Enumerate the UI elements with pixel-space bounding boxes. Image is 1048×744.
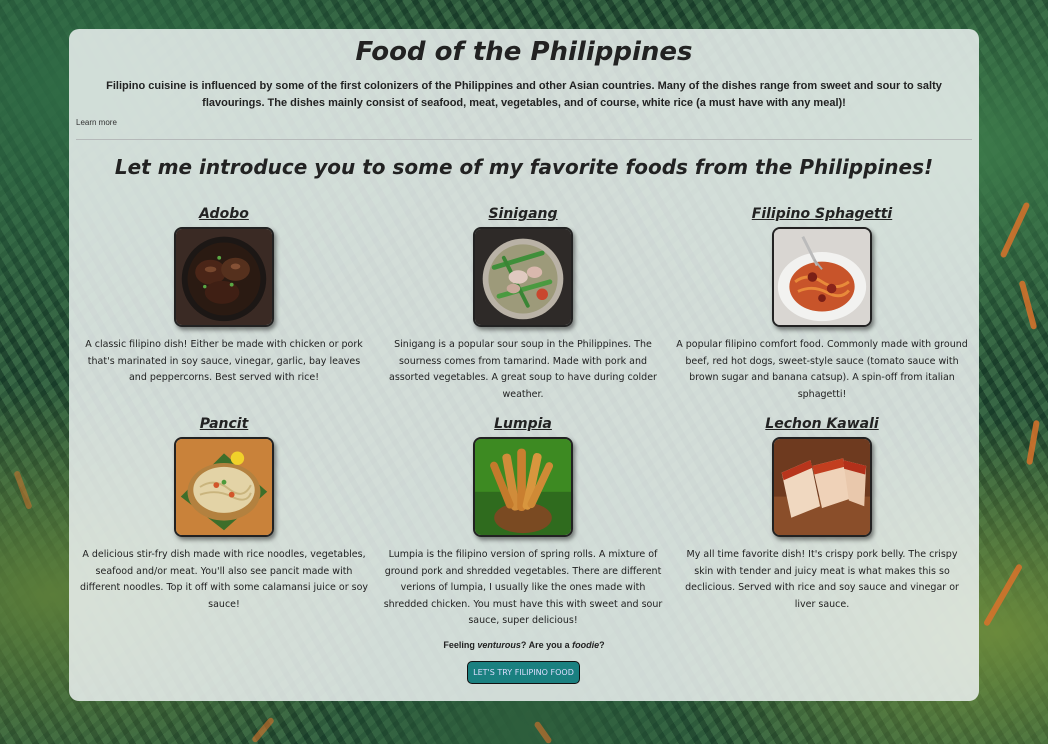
food-description: A popular filipino comfort food. Commonl… bbox=[676, 339, 968, 400]
lechon-kawali-image bbox=[772, 437, 872, 537]
lumpia-image bbox=[473, 437, 573, 537]
food-title: Lumpia bbox=[494, 416, 552, 432]
food-description: My all time favorite dish! It's crispy p… bbox=[685, 549, 959, 610]
adobo-image bbox=[174, 227, 274, 327]
food-item-lumpia: Lumpia Lumpia is the filipino version of… bbox=[377, 415, 669, 630]
filipino-sphagetti-image bbox=[772, 227, 872, 327]
food-title: Filipino Sphagetti bbox=[751, 206, 893, 222]
pancit-image bbox=[174, 437, 274, 537]
food-item-adobo: Adobo A classic filipino dish! Either be… bbox=[78, 205, 370, 387]
food-item-pancit: Pancit A delicious stir-fry dish made wi… bbox=[78, 415, 370, 613]
cta-emphasis-venturous: venturous bbox=[477, 640, 521, 650]
food-title: Adobo bbox=[199, 206, 249, 222]
food-title: Lechon Kawali bbox=[765, 416, 879, 432]
section-subtitle: Let me introduce you to some of my favor… bbox=[114, 155, 934, 179]
food-description: Lumpia is the filipino version of spring… bbox=[383, 549, 663, 626]
content-card: Food of the Philippines Filipino cuisine… bbox=[69, 29, 979, 701]
divider bbox=[76, 139, 972, 140]
learn-more-link[interactable]: Learn more bbox=[76, 118, 117, 127]
food-description: A classic filipino dish! Either be made … bbox=[85, 339, 363, 383]
try-filipino-food-button[interactable]: LET'S TRY FILIPINO FOOD bbox=[467, 661, 580, 684]
cta-text: Feeling venturous? Are you a foodie? bbox=[69, 640, 979, 650]
food-description: Sinigang is a popular sour soup in the P… bbox=[389, 339, 657, 400]
intro-paragraph: Filipino cuisine is influenced by some o… bbox=[106, 80, 942, 109]
food-item-lechon-kawali: Lechon Kawali My all time favorite dish!… bbox=[676, 415, 968, 613]
cta-text-part: Feeling bbox=[443, 640, 478, 650]
cta-text-part: ? Are you a bbox=[520, 640, 573, 650]
food-description: A delicious stir-fry dish made with rice… bbox=[79, 549, 369, 610]
cta-text-part: ? bbox=[599, 640, 605, 650]
food-title: Sinigang bbox=[488, 206, 558, 222]
food-title: Pancit bbox=[199, 416, 249, 432]
food-item-filipino-sphagetti: Filipino Sphagetti A popular filipino co… bbox=[676, 205, 968, 403]
food-item-sinigang: Sinigang Sinigang is a popular sour soup… bbox=[377, 205, 669, 403]
page-title: Food of the Philippines bbox=[355, 37, 693, 67]
sinigang-image bbox=[473, 227, 573, 327]
cta-emphasis-foodie: foodie bbox=[572, 640, 600, 650]
